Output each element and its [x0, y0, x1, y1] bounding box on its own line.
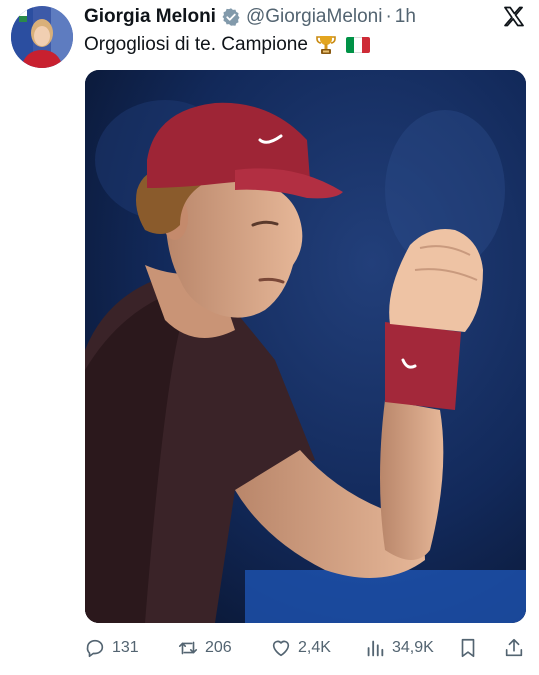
like-count: 2,4K	[298, 639, 331, 656]
repost-button[interactable]: 206	[177, 632, 232, 664]
separator-dot: ·	[385, 6, 392, 27]
tennis-player-photo	[85, 70, 526, 623]
tweet-photo[interactable]	[85, 70, 526, 623]
share-button[interactable]	[503, 632, 525, 664]
bookmark-icon	[461, 638, 475, 658]
avatar-image	[11, 6, 73, 68]
repost-icon	[178, 641, 198, 655]
tweet-body: Orgogliosi di te. Campione	[84, 33, 370, 57]
reply-icon	[86, 639, 104, 658]
tweet-text: Orgogliosi di te. Campione	[84, 34, 308, 55]
author-avatar[interactable]	[11, 6, 73, 68]
author-handle[interactable]: @GiorgiaMeloni	[246, 5, 383, 29]
trophy-icon	[314, 33, 338, 57]
views-chart-icon	[367, 640, 384, 657]
reply-count: 131	[112, 639, 139, 656]
heart-icon	[272, 640, 290, 657]
share-icon	[505, 638, 523, 657]
views-count: 34,9K	[392, 639, 434, 656]
tweet-timestamp[interactable]: 1h	[395, 5, 416, 29]
reply-button[interactable]: 131	[84, 632, 139, 664]
repost-count: 206	[205, 639, 232, 656]
verified-badge-icon	[221, 7, 241, 27]
author-name[interactable]: Giorgia Meloni	[84, 5, 216, 29]
x-logo-icon	[502, 5, 526, 29]
italian-flag-icon	[345, 37, 370, 53]
tweet-actions: 131 206 2,4K 34,9K	[0, 632, 539, 664]
bookmark-button[interactable]	[457, 632, 479, 664]
tweet-header: Giorgia Meloni @GiorgiaMeloni · 1h	[84, 5, 416, 29]
like-button[interactable]: 2,4K	[270, 632, 331, 664]
views-button[interactable]: 34,9K	[364, 632, 434, 664]
